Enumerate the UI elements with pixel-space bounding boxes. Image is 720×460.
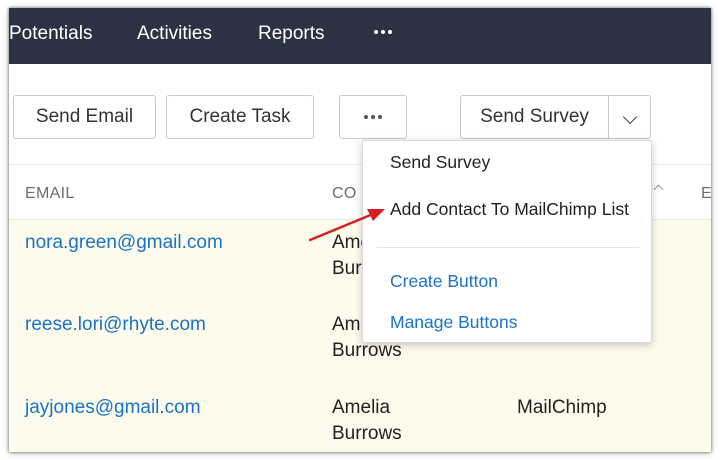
column-header-email[interactable]: EMAIL [25,165,75,223]
top-nav-bar: Potentials Activities Reports [9,8,711,64]
source-cell: MailChimp [517,397,607,418]
annotation-arrow-icon [309,209,385,242]
menu-link-manage-buttons[interactable]: Manage Buttons [390,312,517,333]
create-task-button[interactable]: Create Task [166,95,314,139]
app-window: Potentials Activities Reports Send Email… [9,8,711,452]
menu-link-create-button[interactable]: Create Button [390,271,498,292]
contact-name-line2: Burrows [332,423,402,444]
send-survey-dropdown-toggle[interactable] [608,95,651,139]
send-survey-button[interactable]: Send Survey [460,95,609,139]
sort-caret-icon[interactable] [653,184,664,195]
contact-name-line1: Am [332,314,361,335]
column-header-partial[interactable]: E [701,165,711,223]
send-email-button[interactable]: Send Email [13,95,156,139]
email-link[interactable]: reese.lori@rhyte.com [25,312,206,338]
chevron-down-icon [622,109,637,125]
menu-item-add-contact-to-mailchimp[interactable]: Add Contact To MailChimp List [390,199,629,220]
send-survey-dropdown-menu: Send Survey Add Contact To MailChimp Lis… [362,140,652,343]
nav-more-icon[interactable] [374,21,395,39]
nav-tab-potentials[interactable]: Potentials [9,8,92,64]
nav-tab-reports[interactable]: Reports [258,8,325,64]
more-actions-button[interactable] [339,95,407,139]
nav-tab-activities[interactable]: Activities [137,8,212,64]
email-link[interactable]: jayjones@gmail.com [25,395,201,421]
menu-divider [377,247,639,248]
menu-item-send-survey[interactable]: Send Survey [390,152,490,173]
email-link[interactable]: nora.green@gmail.com [25,230,223,256]
contact-name-line1: Amelia [332,397,391,418]
